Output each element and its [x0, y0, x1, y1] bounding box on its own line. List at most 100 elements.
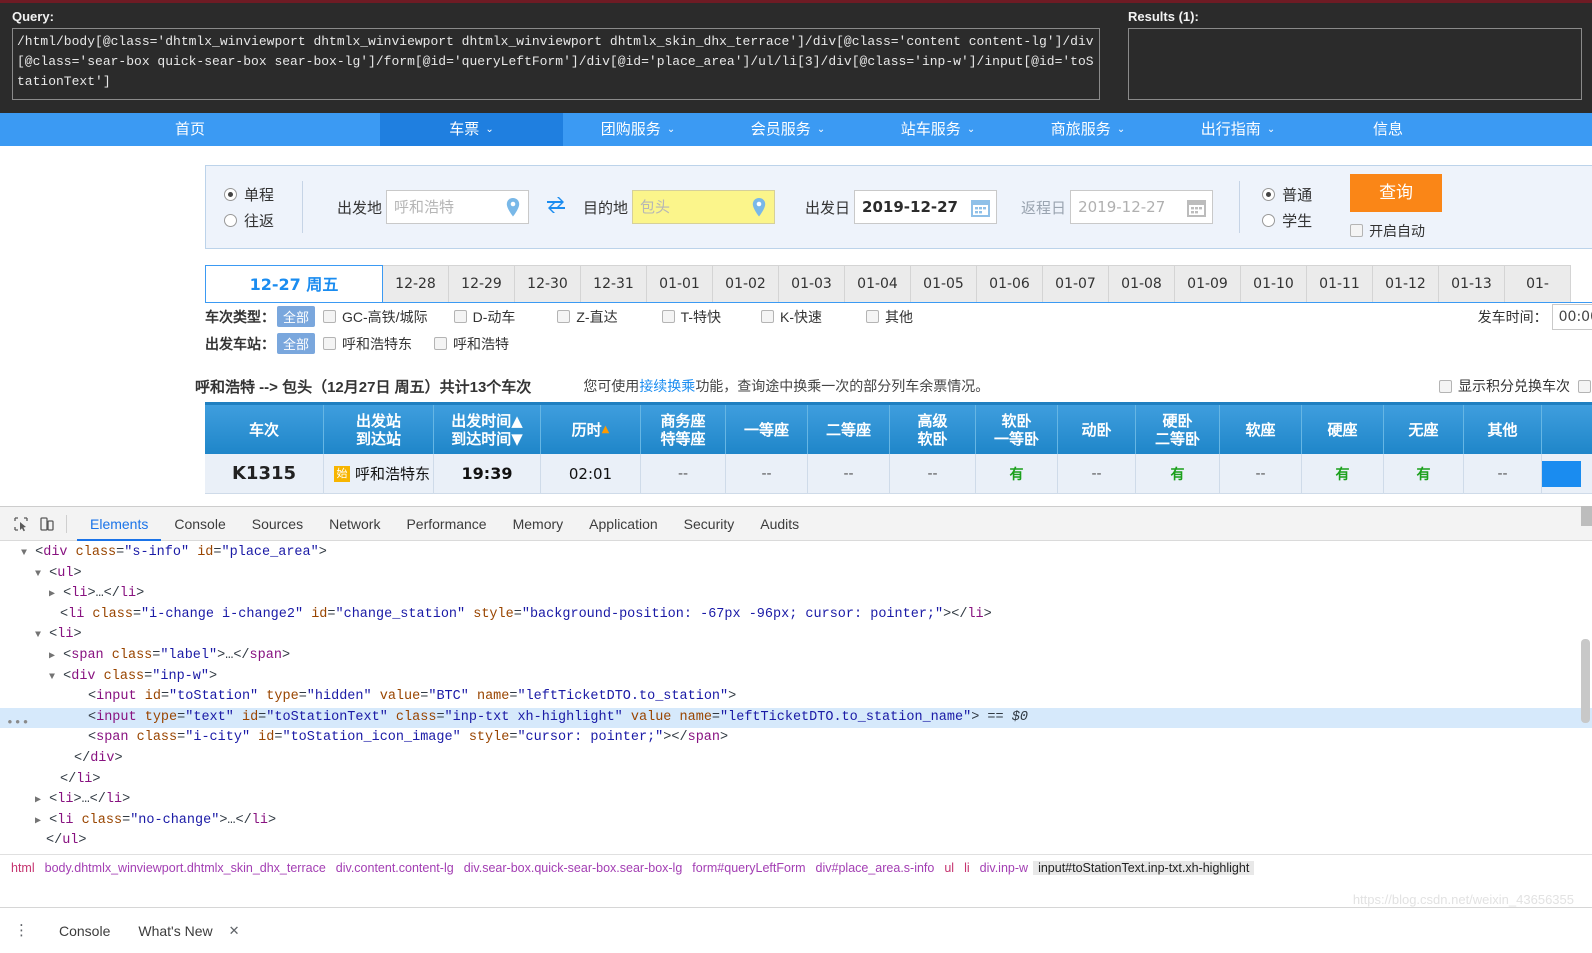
- table-header-8[interactable]: 软卧 一等卧: [975, 405, 1057, 454]
- disclosure-triangle-icon[interactable]: ▼: [35, 569, 41, 580]
- auto-query-toggle[interactable]: 开启自动: [1350, 221, 1442, 241]
- table-header-14[interactable]: 其他: [1463, 405, 1541, 454]
- dom-tree-scrollbar[interactable]: [1581, 639, 1590, 723]
- drawer-tab-what-s-new[interactable]: What's New: [124, 923, 226, 939]
- station-option-0[interactable]: 呼和浩特东: [323, 334, 412, 354]
- transfer-link[interactable]: 接续换乘: [639, 378, 695, 394]
- dom-line-11[interactable]: </li>: [0, 770, 1592, 791]
- date-tab-01-03[interactable]: 01-03: [778, 265, 845, 302]
- calendar-icon[interactable]: [1187, 198, 1207, 222]
- devtools-tab-sources[interactable]: Sources: [239, 507, 316, 541]
- table-header-5[interactable]: 一等座: [725, 405, 807, 454]
- breadcrumb-item-2[interactable]: div.content.content-lg: [331, 861, 459, 875]
- drawer-more-icon[interactable]: ⋮: [14, 923, 29, 938]
- page-scrollbar[interactable]: [1581, 506, 1592, 526]
- dom-line-10[interactable]: </div>: [0, 749, 1592, 770]
- table-header-2[interactable]: 出发时间▲ 到达时间▼: [433, 405, 540, 454]
- date-tab-01-[interactable]: 01-: [1504, 265, 1571, 302]
- dom-line-12[interactable]: ▶ <li>…</li>: [0, 790, 1592, 811]
- book-button[interactable]: [1542, 460, 1581, 487]
- dom-line-6[interactable]: ▼ <div class="inp-w">: [0, 667, 1592, 688]
- dom-line-2[interactable]: ▶ <li>…</li>: [0, 584, 1592, 605]
- disclosure-triangle-icon[interactable]: ▼: [49, 672, 55, 683]
- date-tab-01-06[interactable]: 01-06: [976, 265, 1043, 302]
- location-pin-icon[interactable]: [750, 197, 768, 223]
- nav-item-5[interactable]: 商旅服务 ⌄: [1013, 113, 1163, 146]
- table-header-3[interactable]: 历时 ▲: [540, 405, 640, 454]
- dom-line-13[interactable]: ▶ <li class="no-change">…</li>: [0, 811, 1592, 832]
- table-header-13[interactable]: 无座: [1383, 405, 1463, 454]
- station-all-button[interactable]: 全部: [277, 333, 316, 354]
- table-header-11[interactable]: 软座: [1219, 405, 1301, 454]
- table-header-7[interactable]: 高级 软卧: [889, 405, 975, 454]
- train-type-option-5[interactable]: 其他: [866, 307, 913, 327]
- close-icon[interactable]: ✕: [229, 923, 240, 939]
- breadcrumb-item-7[interactable]: li: [959, 861, 975, 875]
- disclosure-triangle-icon[interactable]: ▶: [35, 795, 41, 806]
- table-header-4[interactable]: 商务座 特等座: [640, 405, 725, 454]
- inspect-element-icon[interactable]: [8, 512, 34, 536]
- nav-item-2[interactable]: 团购服务 ⌄: [563, 113, 713, 146]
- more-options-dots[interactable]: •••: [6, 713, 29, 734]
- dom-line-7[interactable]: <input id="toStation" type="hidden" valu…: [0, 687, 1592, 708]
- table-row[interactable]: K1315 始呼和浩特东 19:39 02:01 -- -- -- -- 有 -- 有 -- 有 有 --: [205, 454, 1592, 494]
- devtools-tab-application[interactable]: Application: [576, 507, 671, 541]
- breadcrumb-item-4[interactable]: form#queryLeftForm: [687, 861, 810, 875]
- date-tab-active[interactable]: 12-27 周五: [205, 265, 383, 302]
- dom-line-4[interactable]: ▼ <li>: [0, 625, 1592, 646]
- results-output[interactable]: [1128, 28, 1582, 100]
- date-tab-01-13[interactable]: 01-13: [1438, 265, 1505, 302]
- devtools-tab-audits[interactable]: Audits: [747, 507, 812, 541]
- dom-line-1[interactable]: ▼ <ul>: [0, 564, 1592, 585]
- table-header-15[interactable]: [1541, 405, 1581, 454]
- disclosure-triangle-icon[interactable]: ▼: [35, 630, 41, 641]
- trip-type-oneway[interactable]: 单程: [224, 181, 296, 207]
- dom-line-0[interactable]: ▼ <div class="s-info" id="place_area">: [0, 543, 1592, 564]
- date-tab-01-10[interactable]: 01-10: [1240, 265, 1307, 302]
- station-option-1[interactable]: 呼和浩特: [434, 334, 509, 354]
- devtools-tab-network[interactable]: Network: [316, 507, 393, 541]
- disclosure-triangle-icon[interactable]: ▶: [49, 589, 55, 600]
- calendar-icon[interactable]: [971, 198, 991, 222]
- date-tab-01-08[interactable]: 01-08: [1108, 265, 1175, 302]
- dom-tree[interactable]: ••• ▼ <div class="s-info" id="place_area…: [0, 541, 1592, 879]
- table-header-1[interactable]: 出发站 到达站: [323, 405, 433, 454]
- date-tab-01-07[interactable]: 01-07: [1042, 265, 1109, 302]
- passenger-type-normal[interactable]: 普通: [1262, 181, 1344, 207]
- date-tab-12-31[interactable]: 12-31: [580, 265, 647, 302]
- device-toolbar-icon[interactable]: [34, 512, 60, 536]
- nav-item-3[interactable]: 会员服务 ⌄: [713, 113, 863, 146]
- dom-line-8[interactable]: <input type="text" id="toStationText" cl…: [0, 707, 1592, 729]
- nav-item-7[interactable]: 信息: [1313, 113, 1463, 146]
- table-header-10[interactable]: 硬卧 二等卧: [1135, 405, 1219, 454]
- disclosure-triangle-icon[interactable]: ▼: [21, 548, 27, 559]
- breadcrumb-item-8[interactable]: div.inp-w: [975, 861, 1033, 875]
- devtools-tab-memory[interactable]: Memory: [500, 507, 577, 541]
- breadcrumb-item-5[interactable]: div#place_area.s-info: [811, 861, 940, 875]
- sort-arrow-icon[interactable]: ▲: [602, 421, 610, 439]
- devtools-tab-elements[interactable]: Elements: [77, 507, 161, 541]
- date-tab-01-01[interactable]: 01-01: [646, 265, 713, 302]
- breadcrumb-item-1[interactable]: body.dhtmlx_winviewport.dhtmlx_skin_dhx_…: [40, 861, 331, 875]
- depart-time-select[interactable]: 00:00--2: [1551, 303, 1592, 330]
- dom-line-14[interactable]: </ul>: [0, 831, 1592, 852]
- disclosure-triangle-icon[interactable]: ▶: [35, 816, 41, 827]
- location-pin-icon[interactable]: [504, 197, 522, 223]
- breadcrumb-item-3[interactable]: div.sear-box.quick-sear-box.sear-box-lg: [459, 861, 688, 875]
- devtools-tab-console[interactable]: Console: [161, 507, 238, 541]
- train-type-option-2[interactable]: Z-直达: [557, 307, 618, 327]
- dom-line-3[interactable]: <li class="i-change i-change2" id="chang…: [0, 605, 1592, 626]
- nav-item-1[interactable]: 车票 ⌄: [380, 113, 563, 146]
- date-tab-12-28[interactable]: 12-28: [382, 265, 449, 302]
- table-header-9[interactable]: 动卧: [1057, 405, 1135, 454]
- drawer-tab-console[interactable]: Console: [45, 923, 124, 939]
- passenger-type-student[interactable]: 学生: [1262, 207, 1344, 233]
- swap-stations-button[interactable]: [545, 196, 567, 219]
- train-type-option-1[interactable]: D-动车: [453, 307, 515, 327]
- train-type-all-button[interactable]: 全部: [277, 306, 316, 327]
- trip-type-roundtrip[interactable]: 往返: [224, 207, 296, 233]
- date-tab-12-29[interactable]: 12-29: [448, 265, 515, 302]
- query-button[interactable]: 查询: [1350, 173, 1443, 212]
- disclosure-triangle-icon[interactable]: ▶: [49, 651, 55, 662]
- breadcrumb-item-0[interactable]: html: [6, 861, 40, 875]
